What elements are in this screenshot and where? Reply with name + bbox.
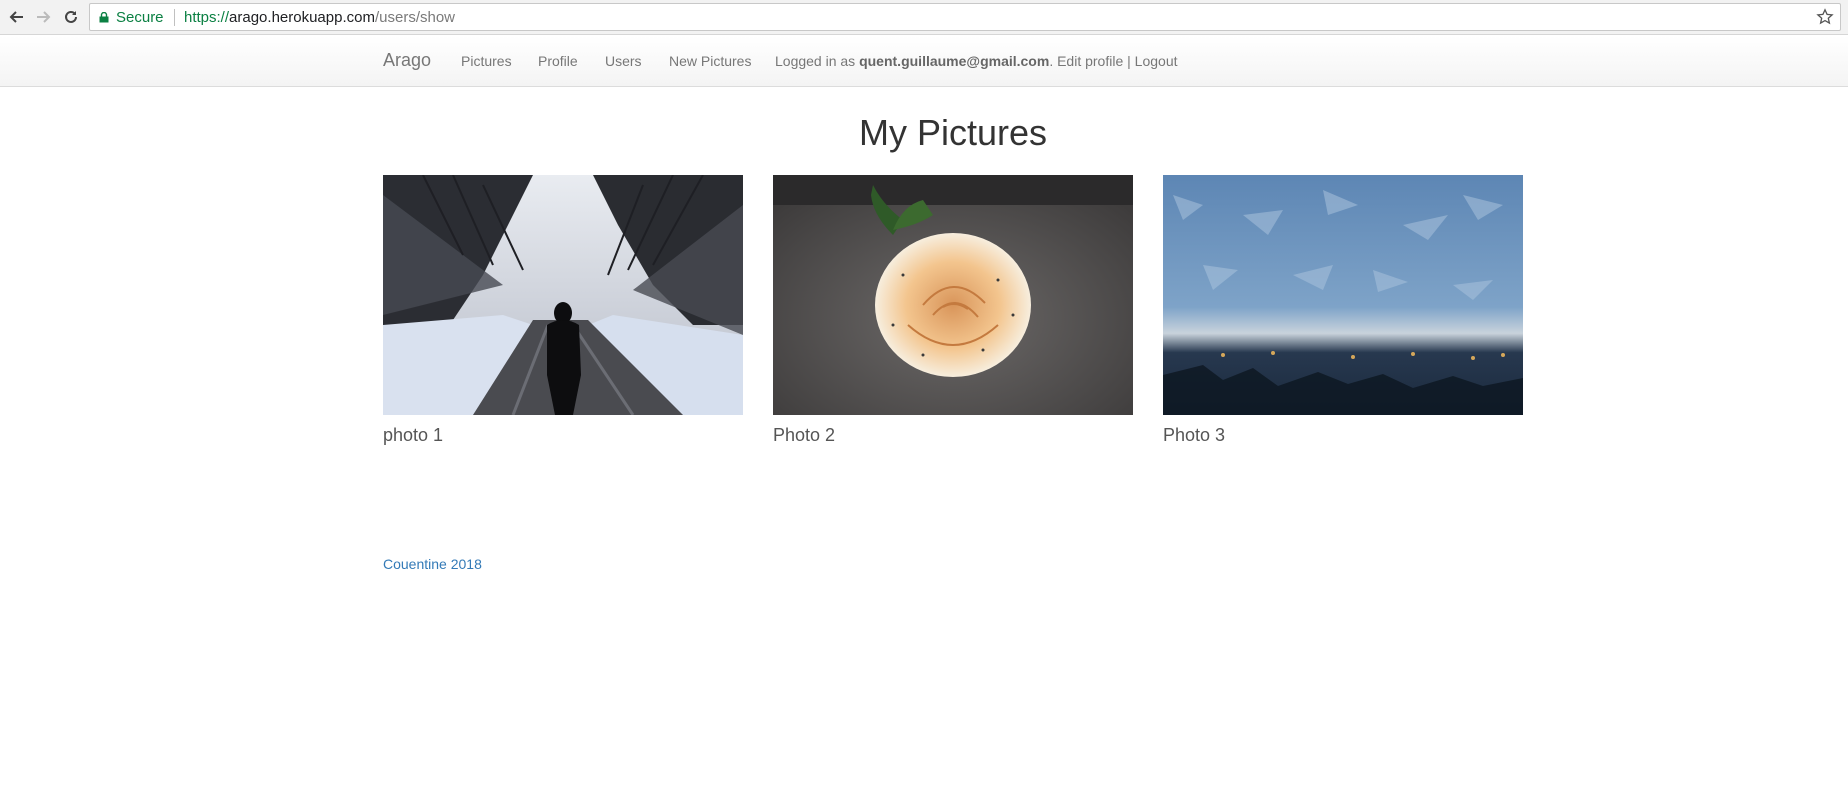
arrow-right-icon <box>37 11 51 23</box>
picture-card[interactable]: photo 1 <box>383 175 743 446</box>
nav-new-pictures-link[interactable]: New Pictures <box>669 53 751 69</box>
nav-users-link[interactable]: Users <box>605 53 642 69</box>
address-bar[interactable]: Secure https://arago.herokuapp.com/users… <box>89 3 1841 31</box>
login-status: Logged in as quent.guillaume@gmail.com. … <box>775 53 1178 69</box>
picture-thumbnail-frosted-window[interactable] <box>1163 175 1523 415</box>
picture-caption[interactable]: Photo 3 <box>1163 425 1523 446</box>
footer-credit-link[interactable]: Couentine 2018 <box>383 556 482 572</box>
back-button[interactable] <box>4 5 28 29</box>
picture-caption[interactable]: Photo 2 <box>773 425 1133 446</box>
brand-link[interactable]: Arago <box>383 50 431 71</box>
arrow-left-icon <box>9 11 23 23</box>
lock-icon <box>99 12 109 23</box>
picture-card[interactable]: Photo 3 <box>1163 175 1523 446</box>
star-icon[interactable] <box>1816 8 1834 26</box>
nav-profile-link[interactable]: Profile <box>538 53 578 69</box>
picture-caption[interactable]: photo 1 <box>383 425 743 446</box>
nav-pictures-link[interactable]: Pictures <box>461 53 512 69</box>
site-navbar: Arago Pictures Profile Users New Picture… <box>0 36 1848 87</box>
reload-button[interactable] <box>59 5 83 29</box>
reload-icon <box>65 10 77 23</box>
user-email: quent.guillaume@gmail.com <box>859 53 1050 69</box>
logout-link[interactable]: Logout <box>1135 53 1178 69</box>
page-title: My Pictures <box>858 112 1048 153</box>
forward-button[interactable] <box>32 5 56 29</box>
picture-thumbnail-snowy-road[interactable] <box>383 175 743 415</box>
picture-card[interactable]: Photo 2 <box>773 175 1133 446</box>
secure-label: Secure <box>116 9 164 26</box>
omnibox-divider <box>174 9 175 26</box>
picture-thumbnail-rose[interactable] <box>773 175 1133 415</box>
edit-profile-link[interactable]: Edit profile <box>1057 53 1123 69</box>
browser-toolbar: Secure https://arago.herokuapp.com/users… <box>0 0 1848 35</box>
url-text[interactable]: https://arago.herokuapp.com/users/show <box>184 9 455 26</box>
